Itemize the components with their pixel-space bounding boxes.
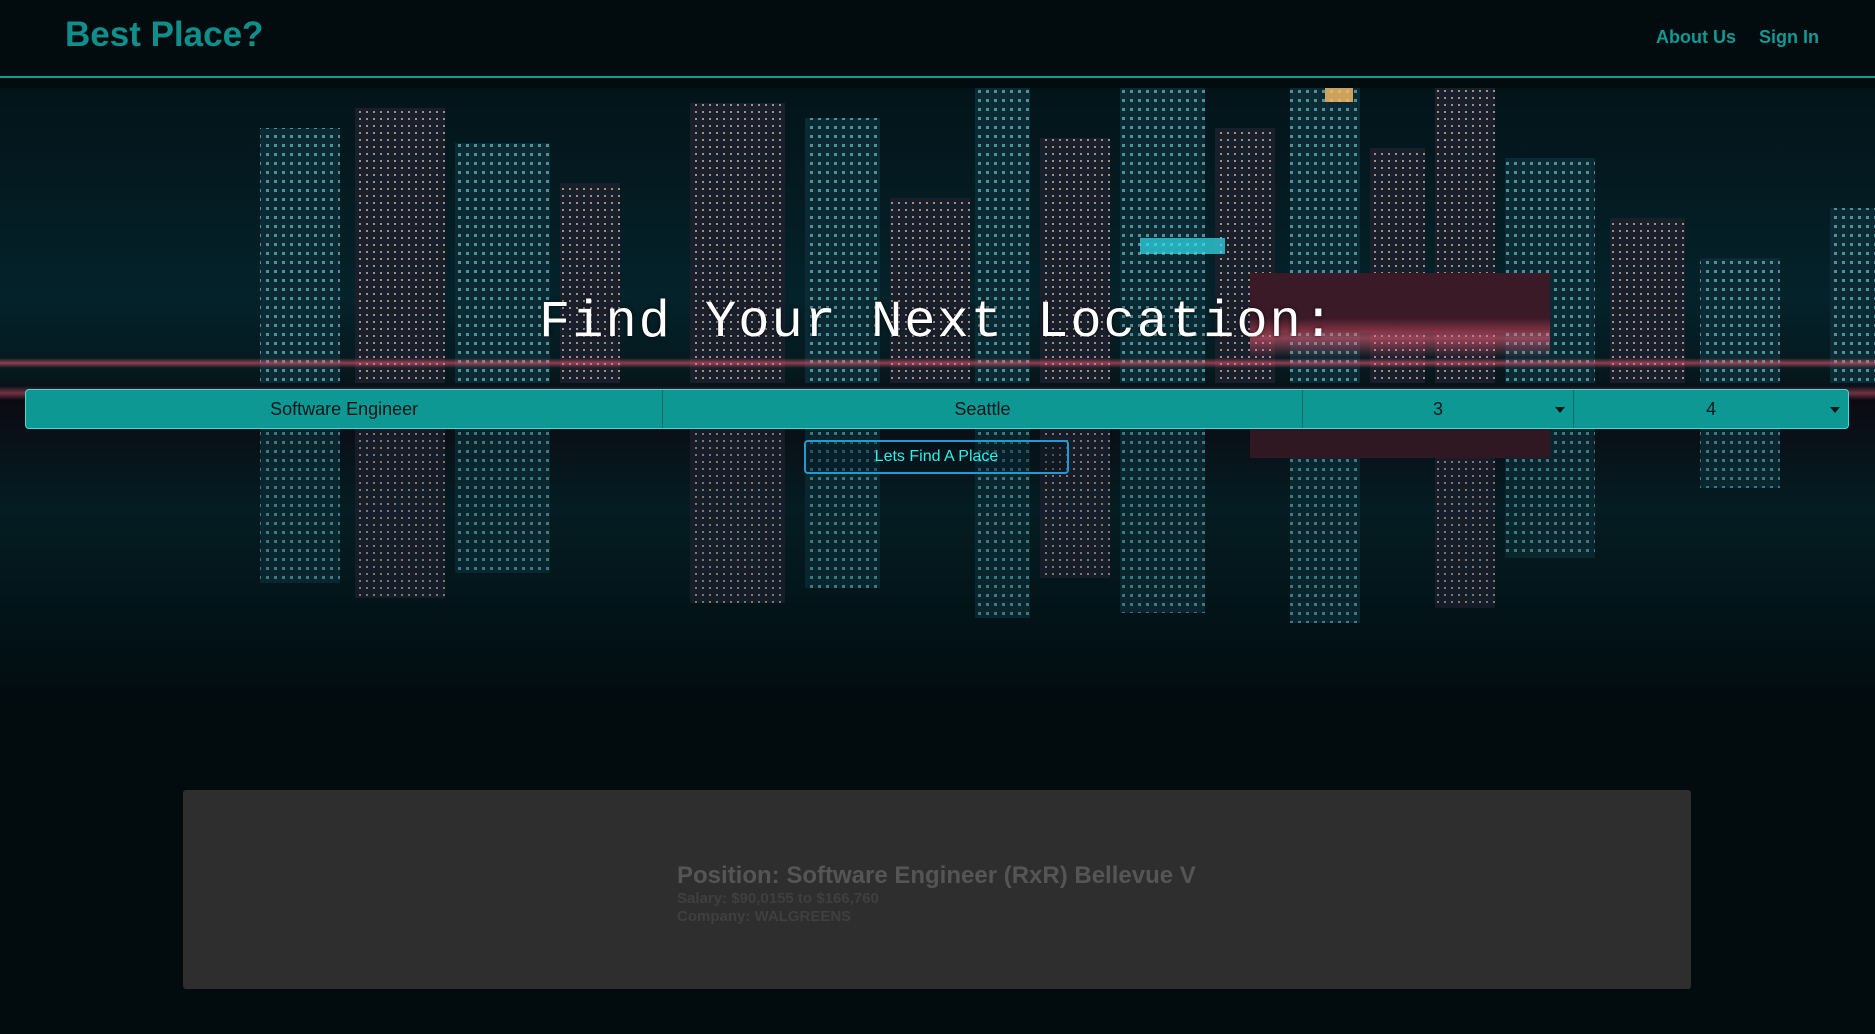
job-result-card[interactable]: Position: Software Engineer (RxR) Bellev… xyxy=(183,790,1691,989)
find-place-button[interactable]: Lets Find A Place xyxy=(804,440,1069,474)
caret-down-icon xyxy=(1830,407,1840,413)
job-salary: Salary: $90,0155 to $166,760 xyxy=(677,890,879,907)
hero-headline: Find Your Next Location: xyxy=(539,293,1336,352)
hero-banner: Find Your Next Location: Software Engine… xyxy=(0,88,1875,689)
nav-about-us[interactable]: About Us xyxy=(1656,27,1736,48)
job-position: Position: Software Engineer (RxR) Bellev… xyxy=(677,862,1196,889)
second-number-select[interactable]: 4 xyxy=(1574,390,1848,428)
caret-down-icon xyxy=(1555,407,1566,413)
search-form: Software Engineer Seattle 3 4 xyxy=(25,389,1849,429)
first-number-select[interactable]: 3 xyxy=(1303,390,1575,428)
city-input[interactable]: Seattle xyxy=(663,390,1303,428)
brand-logo[interactable]: Best Place? xyxy=(65,15,263,55)
job-company: Company: WALGREENS xyxy=(677,908,852,925)
second-number-select-value: 4 xyxy=(1706,398,1717,419)
top-navbar: Best Place? About Us Sign In xyxy=(0,0,1875,78)
job-title-input[interactable]: Software Engineer xyxy=(26,390,664,428)
first-number-select-value: 3 xyxy=(1432,398,1443,419)
nav-sign-in[interactable]: Sign In xyxy=(1759,27,1819,48)
